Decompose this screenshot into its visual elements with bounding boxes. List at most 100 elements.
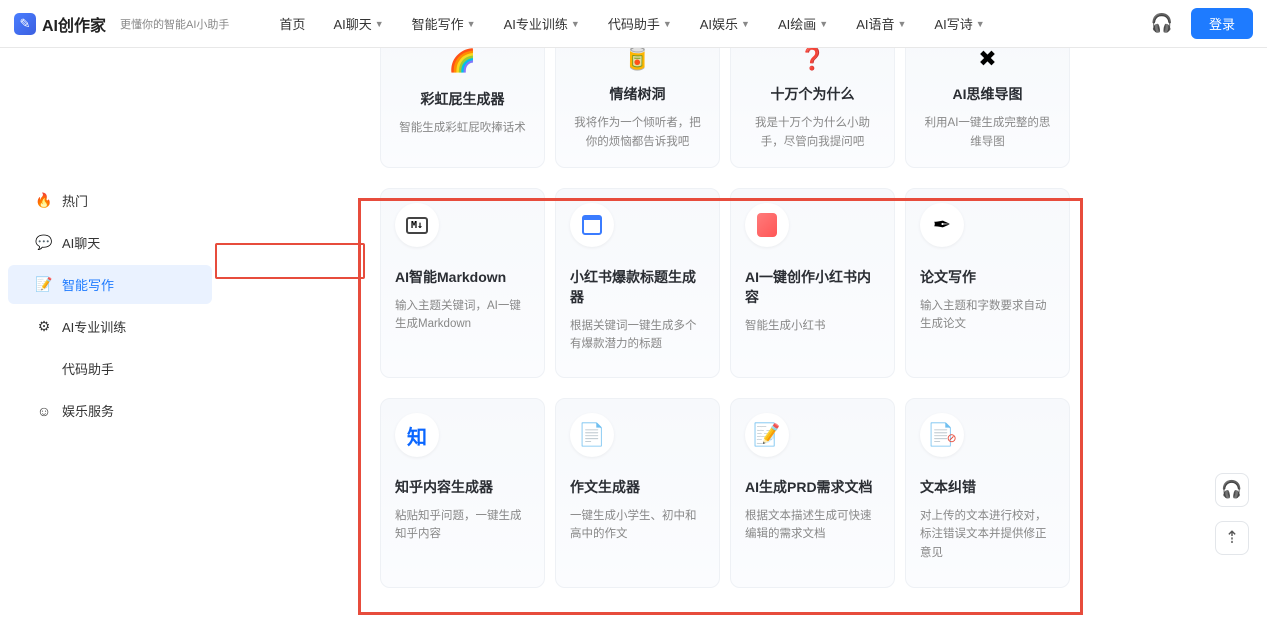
card-icon: 📄⊘ — [920, 413, 964, 457]
card-icon: M↓ — [395, 203, 439, 247]
card-title: 彩虹屁生成器 — [395, 89, 530, 109]
logo-icon: ✎ — [14, 13, 36, 35]
write-icon: 📝 — [36, 277, 52, 293]
card-bot-1[interactable]: 📄 作文生成器一键生成小学生、初中和高中的作文 — [555, 398, 720, 588]
sidebar-item-3[interactable]: ⚙ AI专业训练 — [8, 307, 212, 346]
card-bot-3[interactable]: 📄⊘ 文本纠错对上传的文本进行校对，标注错误文本并提供修正意见 — [905, 398, 1070, 588]
card-desc: 输入主题和字数要求自动生成论文 — [920, 297, 1055, 334]
card-icon: 🥫 — [616, 48, 660, 78]
card-icon: ❓ — [791, 48, 835, 78]
chat-icon: 💬 — [36, 235, 52, 251]
main: 🔥热门💬AI聊天📝智能写作⚙AI专业训练代码助手☺娱乐服务 🌈彩虹屁生成器智能生… — [0, 48, 1267, 625]
nav-label: AI专业训练 — [504, 14, 568, 33]
card-title: 作文生成器 — [570, 477, 705, 497]
card-desc: 我将作为一个倾听者，把你的烦恼都告诉我吧 — [570, 114, 705, 151]
card-title: 情绪树洞 — [570, 84, 705, 104]
card-desc: 粘贴知乎问题，一键生成知乎内容 — [395, 507, 530, 544]
card-icon — [745, 203, 789, 247]
card-desc: 对上传的文本进行校对，标注错误文本并提供修正意见 — [920, 507, 1055, 562]
chevron-down-icon: ▼ — [976, 19, 985, 29]
card-title: 十万个为什么 — [745, 84, 880, 104]
card-bot-0[interactable]: 知知乎内容生成器粘贴知乎问题，一键生成知乎内容 — [380, 398, 545, 588]
card-title: 论文写作 — [920, 267, 1055, 287]
sidebar-item-4[interactable]: 代码助手 — [8, 349, 212, 388]
card-top-1[interactable]: 🥫 情绪树洞我将作为一个倾听者，把你的烦恼都告诉我吧 — [555, 48, 720, 168]
nav-label: AI绘画 — [778, 14, 816, 33]
header: ✎ AI创作家 更懂你的智能AI小助手 首页AI聊天▼智能写作▼AI专业训练▼代… — [0, 0, 1267, 48]
chevron-down-icon: ▼ — [375, 19, 384, 29]
login-button[interactable]: 登录 — [1191, 8, 1253, 39]
sidebar-item-label: AI专业训练 — [62, 317, 126, 336]
sidebar-item-label: AI聊天 — [62, 233, 100, 252]
back-to-top-button[interactable]: ⇡ — [1215, 521, 1249, 555]
card-mid-2[interactable]: AI一键创作小红书内容智能生成小红书 — [730, 188, 895, 378]
nav-item-1[interactable]: AI聊天 ▼ — [333, 14, 383, 33]
sidebar-item-label: 娱乐服务 — [62, 401, 114, 420]
nav-item-0[interactable]: 首页 — [279, 14, 305, 33]
card-title: AI思维导图 — [920, 84, 1055, 104]
code-icon — [36, 361, 52, 377]
sidebar-item-label: 智能写作 — [62, 275, 114, 294]
nav-label: AI娱乐 — [700, 14, 738, 33]
nav-item-6[interactable]: AI绘画▼ — [778, 14, 828, 33]
nav-label: AI语音 — [856, 14, 894, 33]
card-top-2[interactable]: ❓ 十万个为什么我是十万个为什么小助手，尽管向我提问吧 — [730, 48, 895, 168]
sidebar-item-0[interactable]: 🔥 热门 — [8, 181, 212, 220]
card-title: AI生成PRD需求文档 — [745, 477, 880, 497]
card-mid-0[interactable]: M↓ AI智能Markdown 输入主题关键词，AI一键生成Markdown — [380, 188, 545, 378]
card-title: 文本纠错 — [920, 477, 1055, 497]
card-top-3[interactable]: ✖AI思维导图利用AI一键生成完整的思维导图 — [905, 48, 1070, 168]
chevron-down-icon: ▼ — [571, 19, 580, 29]
card-mid-3[interactable]: ✒ 论文写作输入主题和字数要求自动生成论文 — [905, 188, 1070, 378]
fire-icon: 🔥 — [36, 193, 52, 209]
sidebar-item-5[interactable]: ☺ 娱乐服务 — [8, 391, 212, 430]
card-icon — [570, 203, 614, 247]
nav-label: 智能写作 — [412, 14, 464, 33]
card-icon: ✒ — [920, 203, 964, 247]
nav-item-3[interactable]: AI专业训练▼ — [504, 14, 580, 33]
card-top-0[interactable]: 🌈 彩虹屁生成器智能生成彩虹屁吹捧话术 — [380, 48, 545, 168]
chevron-down-icon: ▼ — [741, 19, 750, 29]
nav-item-7[interactable]: AI语音▼ — [856, 14, 906, 33]
card-icon: 📄 — [570, 413, 614, 457]
header-right: 🎧 登录 — [1151, 8, 1253, 39]
smile-icon: ☺ — [36, 403, 52, 419]
card-mid-1[interactable]: 小红书爆款标题生成器根据关键词一键生成多个有爆款潜力的标题 — [555, 188, 720, 378]
nav-item-8[interactable]: AI写诗▼ — [934, 14, 984, 33]
float-buttons: 🎧 ⇡ — [1215, 473, 1249, 555]
sidebar-item-1[interactable]: 💬 AI聊天 — [8, 223, 212, 262]
nav-item-5[interactable]: AI娱乐▼ — [700, 14, 750, 33]
sidebar-item-2[interactable]: 📝 智能写作 — [8, 265, 212, 304]
nav-label: 代码助手 — [608, 14, 660, 33]
card-desc: 利用AI一键生成完整的思维导图 — [920, 114, 1055, 151]
support-button[interactable]: 🎧 — [1215, 473, 1249, 507]
logo[interactable]: ✎ AI创作家 — [14, 12, 106, 36]
gear-icon: ⚙ — [36, 319, 52, 335]
chevron-down-icon: ▼ — [897, 19, 906, 29]
chevron-down-icon: ▼ — [467, 19, 476, 29]
top-nav: 首页AI聊天▼智能写作▼AI专业训练▼代码助手▼AI娱乐▼AI绘画▼AI语音▼A… — [279, 14, 984, 33]
card-icon: 📝 — [745, 413, 789, 457]
nav-label: AI聊天 — [333, 14, 371, 33]
card-title: 小红书爆款标题生成器 — [570, 267, 705, 307]
card-desc: 输入主题关键词，AI一键生成Markdown — [395, 297, 530, 334]
card-desc: 我是十万个为什么小助手，尽管向我提问吧 — [745, 114, 880, 151]
logo-text: AI创作家 — [42, 12, 106, 36]
sidebar-item-label: 热门 — [62, 191, 88, 210]
card-icon: 知 — [395, 413, 439, 457]
card-desc: 一键生成小学生、初中和高中的作文 — [570, 507, 705, 544]
card-bot-2[interactable]: 📝 AI生成PRD需求文档根据文本描述生成可快速编辑的需求文档 — [730, 398, 895, 588]
content: 🌈 彩虹屁生成器智能生成彩虹屁吹捧话术 🥫 情绪树洞我将作为一个倾听者，把你的烦恼都告… — [220, 48, 1267, 625]
card-title: 知乎内容生成器 — [395, 477, 530, 497]
card-title: AI智能Markdown — [395, 267, 530, 287]
chevron-down-icon: ▼ — [663, 19, 672, 29]
card-icon: 🌈 — [441, 48, 485, 83]
card-desc: 根据文本描述生成可快速编辑的需求文档 — [745, 507, 880, 544]
card-desc: 智能生成小红书 — [745, 317, 880, 335]
nav-item-4[interactable]: 代码助手▼ — [608, 14, 672, 33]
headset-icon[interactable]: 🎧 — [1151, 13, 1173, 34]
chevron-down-icon: ▼ — [819, 19, 828, 29]
card-title: AI一键创作小红书内容 — [745, 267, 880, 307]
card-desc: 智能生成彩虹屁吹捧话术 — [395, 119, 530, 137]
nav-item-2[interactable]: 智能写作▼ — [412, 14, 476, 33]
